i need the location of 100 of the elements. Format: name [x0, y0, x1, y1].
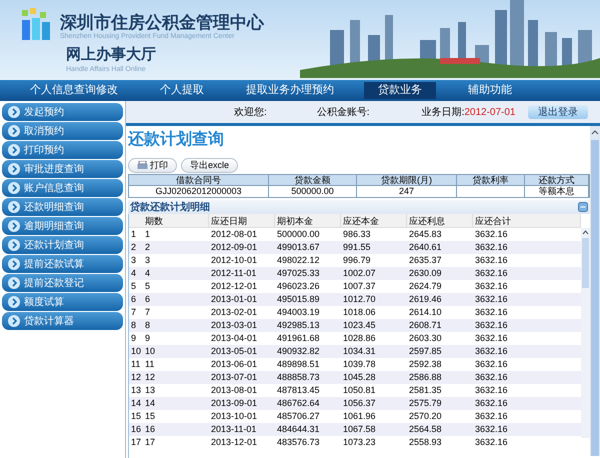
sidebar-item[interactable]: 还款计划查询: [2, 236, 123, 254]
table-cell-text: 7: [144, 306, 152, 319]
table-cell-text: 3632.16: [474, 410, 509, 423]
row-number: 12: [130, 371, 142, 384]
collapse-icon[interactable]: [578, 202, 588, 212]
row-number: 14: [130, 397, 142, 410]
table-cell-text: 490932.82: [276, 345, 321, 358]
table-cell-text: 2570.20: [408, 410, 443, 423]
table-cell-text: 3632.16: [474, 228, 509, 241]
table-cell-text: 3632.16: [474, 267, 509, 280]
table-cell-text: 12: [144, 371, 156, 384]
sidebar-item[interactable]: 额度试算: [2, 293, 123, 311]
table-cell-text: 2: [144, 241, 152, 254]
table-cell-text: 500000.00: [276, 228, 321, 241]
table-cell-text: 2012-08-01: [210, 228, 258, 241]
nav-tab[interactable]: 辅助功能: [454, 82, 526, 99]
table-cell-text: 17: [144, 436, 156, 449]
table-cell-text: 491961.68: [276, 332, 321, 345]
table-cell-text: 485706.27: [276, 410, 321, 423]
sidebar-item[interactable]: 逾期明细查询: [2, 217, 123, 235]
row-number: 10: [130, 345, 142, 358]
table-cell-text: 6: [144, 293, 152, 306]
table-cell-text: 1034.31: [342, 345, 377, 358]
row-number: 16: [130, 423, 142, 436]
table-cell-text: 2013-06-01: [210, 358, 258, 371]
table-cell-text: 1: [144, 228, 152, 241]
table-cell-text: 484644.31: [276, 423, 321, 436]
table-cell-text: 495015.89: [276, 293, 321, 306]
row-number: 17: [130, 436, 142, 449]
table-cell-text: 986.33: [342, 228, 372, 241]
table-cell-text: 2640.61: [408, 241, 443, 254]
table-cell-text: 3632.16: [474, 306, 509, 319]
logout-button[interactable]: 退出登录: [528, 105, 588, 119]
table-cell-text: 14: [144, 397, 156, 410]
table-cell-text: 496023.26: [276, 280, 321, 293]
table-cell-text: 3: [144, 254, 152, 267]
print-button[interactable]: 打印: [128, 158, 177, 173]
summary-cell: 等额本息: [525, 186, 589, 197]
table-cell-text: 3632.16: [474, 254, 509, 267]
table-cell-text: 13: [144, 384, 156, 397]
table-cell-text: 2013-08-01: [210, 384, 258, 397]
table-cell-text: 1056.37: [342, 397, 377, 410]
table-cell-text: 498022.12: [276, 254, 321, 267]
table-cell-text: 497025.33: [276, 267, 321, 280]
table-cell-text: 486762.64: [276, 397, 321, 410]
row-number: 11: [130, 358, 142, 371]
nav-tab[interactable]: 提取业务办理预约: [232, 82, 348, 99]
table-cell-text: 3632.16: [474, 423, 509, 436]
table-cell-text: 1002.07: [342, 267, 377, 280]
summary-cell: GJJ02062012000003: [129, 186, 269, 197]
sidebar-item[interactable]: 发起预约: [2, 103, 123, 121]
table-cell-text: 9: [144, 332, 152, 345]
table-cell-text: 1067.58: [342, 423, 377, 436]
table-cell-text: 2012-12-01: [210, 280, 258, 293]
table-cell-text: 2575.79: [408, 397, 443, 410]
table-cell-text: 499013.67: [276, 241, 321, 254]
site-title: 深圳市住房公积金管理中心: [60, 12, 264, 32]
row-number: 4: [130, 267, 138, 280]
sidebar-item[interactable]: 打印预约: [2, 141, 123, 159]
table-cell-text: 8: [144, 319, 152, 332]
sidebar-item[interactable]: 取消预约: [2, 122, 123, 140]
table-cell-text: 991.55: [342, 241, 372, 254]
table-cell-text: 2564.58: [408, 423, 443, 436]
table-cell-text: 4: [144, 267, 152, 280]
sidebar-item[interactable]: 账户信息查询: [2, 179, 123, 197]
table-cell-text: 2630.09: [408, 267, 443, 280]
table-cell-text: 2013-09-01: [210, 397, 258, 410]
table-cell-text: 996.79: [342, 254, 372, 267]
summary-header: 借款合同号: [129, 175, 269, 186]
table-cell-text: 3632.16: [474, 293, 509, 306]
table-cell-text: 2608.71: [408, 319, 443, 332]
table-cell-text: 1073.23: [342, 436, 377, 449]
nav-tab[interactable]: 个人提取: [146, 82, 218, 99]
export-button[interactable]: 导出excle: [181, 158, 238, 173]
table-cell-text: 2586.88: [408, 371, 443, 384]
table-cell-text: 2619.46: [408, 293, 443, 306]
sidebar-item[interactable]: 提前还款试算: [2, 255, 123, 273]
business-date: 2012-07-01: [464, 106, 516, 120]
row-number: 9: [130, 332, 138, 345]
nav-tab[interactable]: 贷款业务: [364, 82, 436, 99]
summary-cell: 500000.00: [269, 186, 357, 197]
table-cell-text: 2597.85: [408, 345, 443, 358]
row-number: 6: [130, 293, 138, 306]
table-cell-text: 2013-11-01: [210, 423, 258, 436]
hall-title: 网上办事大厅: [66, 45, 156, 65]
sidebar-item[interactable]: 还款明细查询: [2, 198, 123, 216]
row-number: 2: [130, 241, 138, 254]
sidebar-item[interactable]: 提前还款登记: [2, 274, 123, 292]
table-cell-text: 3632.16: [474, 397, 509, 410]
table-cell-text: 2012-11-01: [210, 267, 258, 280]
table-cell-text: 2012-09-01: [210, 241, 258, 254]
sidebar-item[interactable]: 审批进度查询: [2, 160, 123, 178]
schedule-title: 贷款还款计划明细: [130, 200, 210, 214]
table-cell-text: 2558.93: [408, 436, 443, 449]
table-cell-text: 1050.81: [342, 384, 377, 397]
table-cell-text: 2624.79: [408, 280, 443, 293]
row-number: 3: [130, 254, 138, 267]
sidebar-item[interactable]: 贷款计算器: [2, 312, 123, 330]
table-cell-text: 1012.70: [342, 293, 377, 306]
nav-tab[interactable]: 个人信息查询修改: [16, 82, 132, 99]
